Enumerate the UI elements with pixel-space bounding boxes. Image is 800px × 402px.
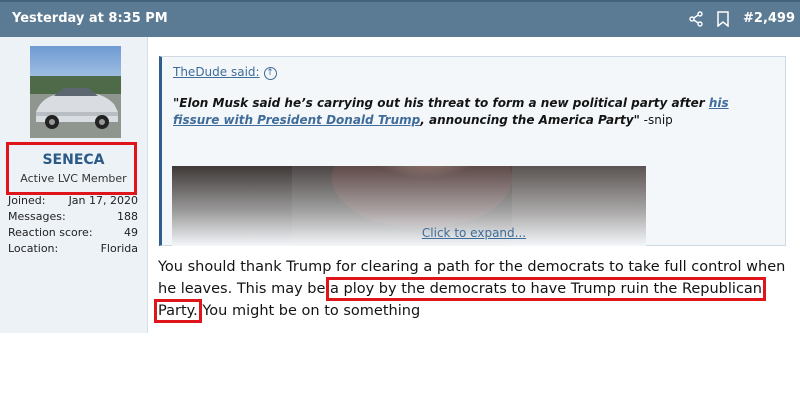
stat-label: Location:	[8, 242, 59, 255]
quote-author-link[interactable]: TheDude said: ↑	[173, 65, 277, 80]
quote-author[interactable]: TheDude said:	[173, 65, 260, 79]
stat-label: Joined:	[8, 194, 46, 207]
stat-value: 188	[117, 210, 138, 223]
highlight-box-user	[6, 142, 137, 195]
stat-reaction-score: Reaction score: 49	[8, 226, 138, 242]
quote-text: "Elon Musk said he’s carrying out his th…	[173, 95, 773, 129]
stat-label: Reaction score:	[8, 226, 93, 239]
quote-snip: -snip	[639, 113, 673, 127]
user-avatar[interactable]	[30, 46, 121, 138]
post-header-bar: Yesterday at 8:35 PM #2,499	[0, 0, 800, 37]
stat-messages: Messages: 188	[8, 210, 138, 226]
message-text-end: You might be on to something	[197, 303, 421, 319]
user-sidebar: SENECA Active LVC Member Joined: Jan 17,…	[0, 37, 148, 333]
share-icon[interactable]	[688, 11, 704, 27]
quote-text-start: "Elon Musk said he’s carrying out his th…	[173, 96, 709, 110]
stat-value: Florida	[100, 242, 138, 255]
arrow-up-icon[interactable]: ↑	[263, 67, 277, 80]
post-number-link[interactable]: #2,499	[743, 11, 795, 26]
quote-block: TheDude said: ↑ "Elon Musk said he’s carr…	[159, 56, 786, 246]
stat-location: Location: Florida	[8, 242, 138, 258]
stat-value: Jan 17, 2020	[68, 194, 138, 207]
click-to-expand-link[interactable]: Click to expand...	[162, 226, 786, 240]
post-date[interactable]: Yesterday at 8:35 PM	[12, 11, 168, 26]
quote-text-end: , announcing the America Party"	[420, 113, 640, 127]
post-message: You should thank Trump for clearing a pa…	[154, 256, 788, 323]
user-stats: Joined: Jan 17, 2020 Messages: 188 React…	[8, 194, 138, 258]
stat-value: 49	[124, 226, 138, 239]
stat-label: Messages:	[8, 210, 66, 223]
stat-joined: Joined: Jan 17, 2020	[8, 194, 138, 210]
bookmark-icon[interactable]	[716, 11, 730, 27]
